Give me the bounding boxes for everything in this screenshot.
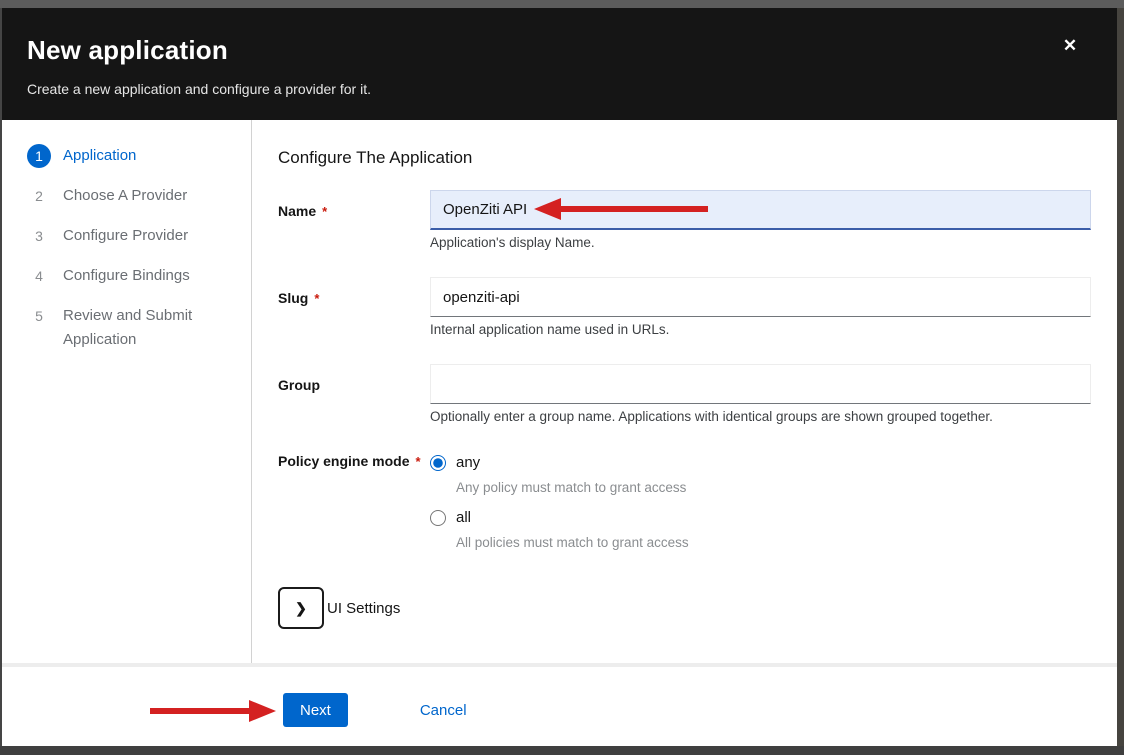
step-number-badge: 5: [27, 304, 51, 328]
slug-label: Slug *: [278, 277, 430, 338]
slug-field[interactable]: [430, 277, 1091, 317]
page-title: Configure The Application: [278, 148, 1091, 168]
policy-mode-any-option: any: [430, 451, 1091, 473]
step-number-badge: 1: [27, 144, 51, 168]
name-label: Name *: [278, 190, 430, 251]
policy-mode-all-description: All policies must match to grant access: [456, 534, 1091, 551]
step-label: Choose A Provider: [63, 184, 187, 208]
policy-mode-any-label[interactable]: any: [456, 454, 480, 471]
modal-header: New application Create a new application…: [2, 8, 1117, 120]
cancel-button[interactable]: Cancel: [420, 693, 467, 727]
required-asterisk: *: [415, 454, 420, 469]
page-backdrop-right: [1117, 8, 1124, 755]
ui-settings-label: UI Settings: [327, 600, 400, 617]
chevron-right-icon[interactable]: ❯: [278, 587, 324, 629]
wizard-step-configure-bindings[interactable]: 4 Configure Bindings: [2, 256, 251, 296]
wizard-steps-sidebar: 1 Application 2 Choose A Provider 3 Conf…: [2, 120, 251, 746]
name-label-text: Name: [278, 203, 316, 219]
name-form-row: Name * Application's display Name.: [278, 190, 1091, 251]
ui-settings-section: ❯ UI Settings: [278, 587, 1091, 629]
group-form-row: Group Optionally enter a group name. App…: [278, 364, 1091, 425]
step-label: Review and Submit Application: [63, 304, 223, 352]
step-number-badge: 2: [27, 184, 51, 208]
step-label: Application: [63, 144, 136, 168]
policy-mode-all-label[interactable]: all: [456, 509, 471, 526]
step-label: Configure Provider: [63, 224, 188, 248]
group-label-text: Group: [278, 377, 320, 393]
new-application-modal: New application Create a new application…: [2, 8, 1117, 746]
group-helper-text: Optionally enter a group name. Applicati…: [430, 408, 1091, 425]
policy-mode-all-option: all: [430, 506, 1091, 528]
group-label: Group: [278, 364, 430, 425]
step-number-badge: 3: [27, 224, 51, 248]
modal-footer: Next Cancel: [2, 667, 1117, 746]
next-button[interactable]: Next: [283, 693, 348, 727]
group-field[interactable]: [430, 364, 1091, 404]
close-icon[interactable]: ✕: [1056, 32, 1084, 60]
wizard-step-configure-provider[interactable]: 3 Configure Provider: [2, 216, 251, 256]
policy-engine-mode-row: Policy engine mode * any Any policy must …: [278, 451, 1091, 551]
required-asterisk: *: [314, 291, 319, 306]
step-label: Configure Bindings: [63, 264, 190, 288]
page-backdrop-bottom: [0, 746, 1124, 755]
wizard-step-review-submit[interactable]: 5 Review and Submit Application: [2, 296, 251, 360]
policy-mode-any-radio[interactable]: [430, 455, 446, 471]
modal-title: New application: [27, 35, 1092, 66]
name-field[interactable]: [430, 190, 1091, 230]
name-helper-text: Application's display Name.: [430, 234, 1091, 251]
policy-mode-all-radio[interactable]: [430, 510, 446, 526]
modal-subtitle: Create a new application and configure a…: [27, 81, 1092, 97]
required-asterisk: *: [322, 204, 327, 219]
policy-engine-mode-label-text: Policy engine mode: [278, 453, 409, 469]
page-backdrop-top: [0, 0, 1124, 8]
wizard-step-choose-provider[interactable]: 2 Choose A Provider: [2, 176, 251, 216]
wizard-content: Configure The Application Name * Applicat…: [252, 120, 1117, 663]
slug-helper-text: Internal application name used in URLs.: [430, 321, 1091, 338]
slug-form-row: Slug * Internal application name used in …: [278, 277, 1091, 338]
policy-engine-mode-label: Policy engine mode *: [278, 451, 430, 551]
policy-mode-any-description: Any policy must match to grant access: [456, 479, 1091, 496]
slug-label-text: Slug: [278, 290, 308, 306]
step-number-badge: 4: [27, 264, 51, 288]
wizard-step-application[interactable]: 1 Application: [2, 136, 251, 176]
